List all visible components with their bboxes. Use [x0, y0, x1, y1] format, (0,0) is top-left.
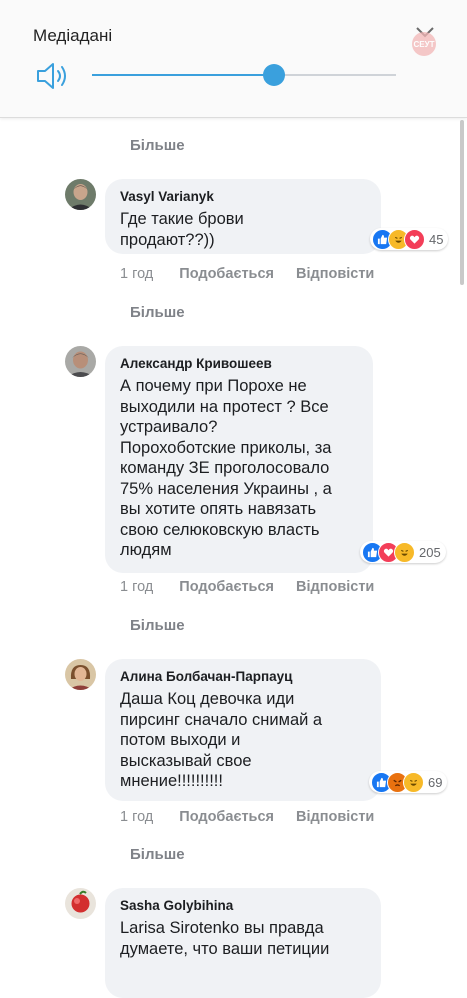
reactions-summary[interactable]: 45: [370, 228, 449, 250]
avatar[interactable]: [65, 888, 96, 919]
comment-actions: 1 год Подобається Відповісти: [120, 266, 374, 282]
reply-button[interactable]: Відповісти: [296, 266, 374, 282]
reaction-count: 45: [429, 231, 444, 247]
reactions-summary[interactable]: 69: [369, 771, 448, 793]
volume-slider-fill: [92, 74, 275, 76]
comment-text: А почему при Порохе не выходили на проте…: [120, 377, 332, 559]
comment-bubble: Алина Болбачан-Парпауц Даша Коц девочка …: [105, 659, 381, 801]
avatar[interactable]: [65, 179, 96, 210]
comment-bubble: Sasha Golybihina Larisa Sirotenko вы пра…: [105, 888, 381, 998]
volume-slider[interactable]: [92, 64, 396, 86]
media-panel: Медіадані СЕУТ: [0, 0, 467, 118]
media-panel-title: Медіадані: [33, 26, 113, 45]
comment-text: Даша Коц девочка иди пирсинг сначало сни…: [120, 690, 323, 790]
watermark-logo: СЕУТ: [412, 32, 436, 56]
more-button[interactable]: Більше: [130, 617, 185, 634]
like-button[interactable]: Подобається: [179, 266, 274, 282]
reactions-summary[interactable]: 205: [360, 541, 446, 563]
comment-author[interactable]: Sasha Golybihina: [120, 898, 367, 913]
comment-actions: 1 год Подобається Відповісти: [120, 579, 374, 595]
like-button[interactable]: Подобається: [179, 579, 274, 595]
reply-button[interactable]: Відповісти: [296, 809, 374, 825]
comment-time: 1 год: [120, 266, 154, 282]
comment-actions: 1 год Подобається Відповісти: [120, 809, 374, 825]
more-button[interactable]: Більше: [130, 304, 185, 321]
reaction-count: 205: [419, 544, 441, 560]
comment-author[interactable]: Vasyl Varianyk: [120, 189, 367, 204]
reaction-count: 69: [428, 774, 443, 790]
scrollbar[interactable]: [460, 120, 464, 285]
comment-bubble: Александр Кривошеев А почему при Порохе …: [105, 346, 373, 573]
avatar[interactable]: [65, 659, 96, 690]
comment-bubble: Vasyl Varianyk Где такие брови продают??…: [105, 179, 381, 254]
like-button[interactable]: Подобається: [179, 809, 274, 825]
more-button[interactable]: Більше: [130, 137, 185, 154]
comment-author[interactable]: Александр Кривошеев: [120, 356, 359, 371]
comment-text: Larisa Sirotenko вы правда думаете, что …: [120, 919, 330, 958]
comment-time: 1 год: [120, 809, 154, 825]
volume-slider-handle[interactable]: [263, 64, 286, 86]
comment-time: 1 год: [120, 579, 154, 595]
more-button[interactable]: Більше: [130, 846, 185, 863]
avatar[interactable]: [65, 346, 96, 377]
reply-button[interactable]: Відповісти: [296, 579, 374, 595]
comment-author[interactable]: Алина Болбачан-Парпауц: [120, 669, 367, 684]
comment-text: Где такие брови продают??)): [120, 210, 244, 249]
haha-reaction-icon: [403, 771, 424, 793]
haha-reaction-icon: [394, 541, 415, 563]
love-reaction-icon: [404, 228, 425, 250]
volume-icon[interactable]: [35, 60, 69, 92]
